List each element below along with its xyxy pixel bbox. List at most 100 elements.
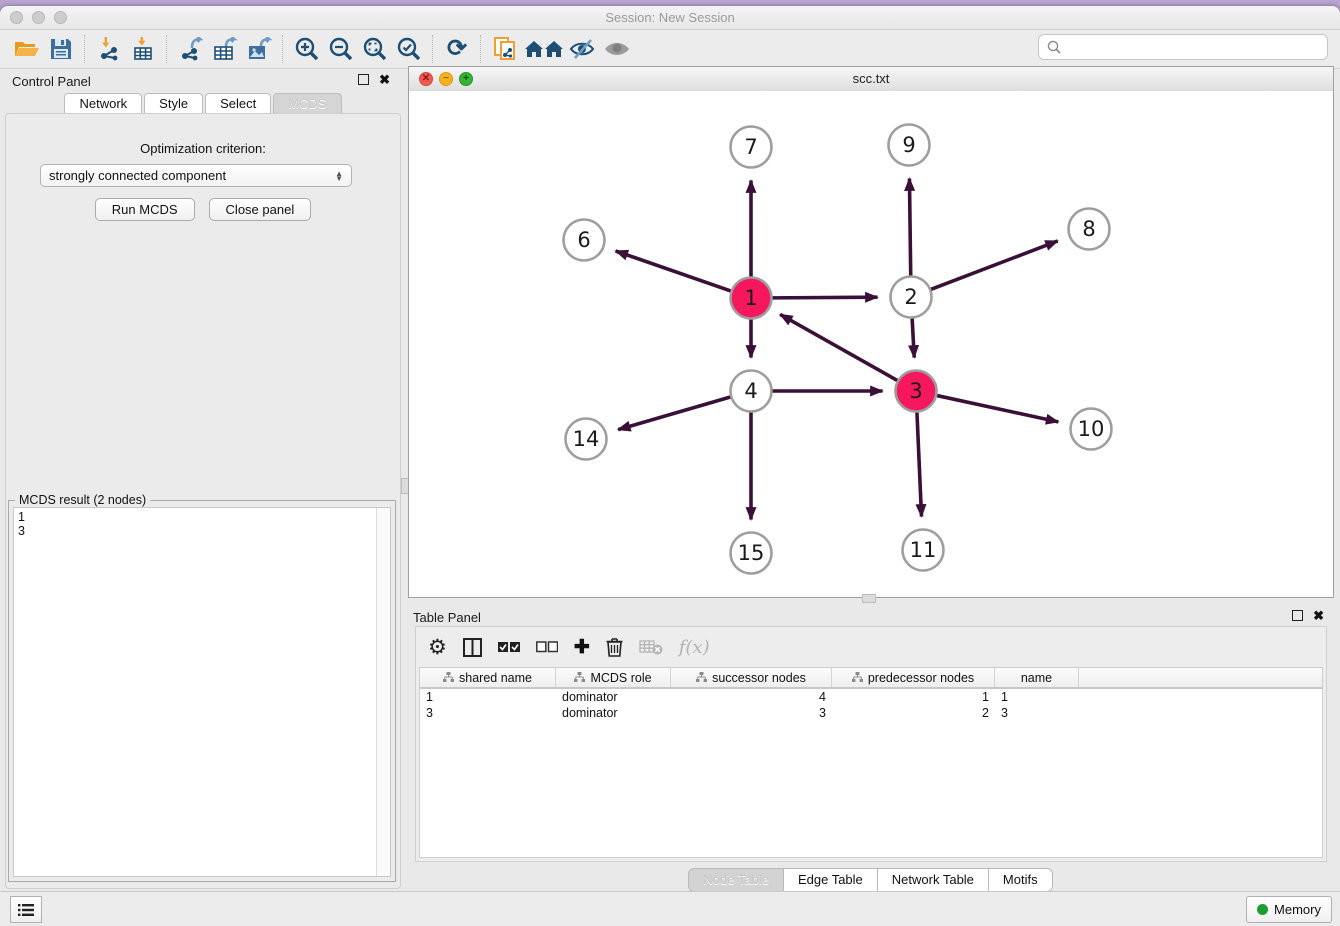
table-cell-predecessor-nodes[interactable]: 2 [832, 706, 995, 720]
show-all-button[interactable] [600, 33, 634, 65]
open-file-button[interactable] [10, 33, 44, 65]
table-cell-MCDS-role[interactable]: dominator [556, 706, 671, 720]
apply-function-button[interactable]: f(x) [679, 633, 710, 661]
float-table-panel-icon[interactable] [1292, 610, 1303, 621]
control-panel-title: Control Panel [12, 74, 91, 89]
table-cell-name[interactable]: 3 [995, 706, 1079, 720]
graph-node-label: 1 [744, 286, 757, 310]
deselect-all-button[interactable] [536, 633, 558, 661]
zoom-selected-button[interactable] [392, 33, 426, 65]
table-row[interactable]: 3dominator323 [420, 705, 1322, 721]
table-cell-MCDS-role[interactable]: dominator [556, 690, 671, 704]
network-canvas[interactable]: 7 9 6 8 1 2 4 3 14 10 15 11 [409, 91, 1333, 597]
column-header-successor-nodes[interactable]: successor nodes [671, 668, 832, 687]
function-icon: f(x) [679, 637, 710, 658]
delete-table-icon [639, 639, 663, 655]
graph-node-label: 10 [1078, 417, 1105, 441]
memory-label: Memory [1274, 902, 1321, 917]
screen: Session: New Session [0, 0, 1340, 926]
graph-node-10[interactable]: 10 [1071, 409, 1112, 450]
run-mcds-button[interactable]: Run MCDS [95, 198, 195, 221]
list-icon [18, 903, 34, 917]
column-header-predecessor-nodes[interactable]: predecessor nodes [832, 668, 995, 687]
table-cell-name[interactable]: 1 [995, 690, 1079, 704]
graph-node-6[interactable]: 6 [564, 220, 605, 261]
tab-network-table[interactable]: Network Table [877, 868, 989, 892]
control-panel-tabs: NetworkStyleSelectMCDS [0, 93, 406, 114]
graph-edge-1-2[interactable] [772, 297, 877, 298]
table-cell-shared-name[interactable]: 1 [420, 690, 556, 704]
memory-button[interactable]: Memory [1246, 896, 1332, 923]
graph-edge-3-1[interactable] [780, 314, 897, 380]
table-cell-successor-nodes[interactable]: 3 [671, 706, 832, 720]
column-header-name[interactable]: name [995, 668, 1079, 687]
show-eye-icon [603, 39, 631, 59]
graph-node-7[interactable]: 7 [731, 127, 772, 168]
table-cell-shared-name[interactable]: 3 [420, 706, 556, 720]
graph-edge-2-3[interactable] [912, 318, 914, 357]
graph-node-2[interactable]: 2 [891, 277, 932, 318]
dropdown-stepper-icon: ▲▼ [335, 171, 343, 181]
task-history-button[interactable] [10, 896, 42, 923]
import-table-button[interactable] [126, 33, 160, 65]
column-grip-icon [443, 672, 454, 683]
graph-edge-4-14[interactable] [618, 397, 730, 430]
graph-edge-2-9[interactable] [909, 178, 910, 275]
tab-edge-table[interactable]: Edge Table [783, 868, 878, 892]
first-neighbors-button[interactable] [522, 33, 566, 65]
toolbar-separator [480, 35, 482, 63]
result-scrollbar[interactable] [376, 508, 390, 876]
zoom-out-button[interactable] [324, 33, 358, 65]
search-input[interactable] [1067, 39, 1327, 56]
tab-node-table[interactable]: Node Table [688, 868, 784, 892]
columns-button[interactable] [463, 633, 482, 661]
add-row-button[interactable]: ✚ [574, 633, 590, 661]
select-all-button[interactable] [498, 633, 520, 661]
trash-icon [606, 637, 623, 657]
graph-node-11[interactable]: 11 [903, 530, 944, 571]
graph-node-8[interactable]: 8 [1069, 209, 1110, 250]
table-row[interactable]: 1dominator411 [420, 689, 1322, 705]
table-cell-predecessor-nodes[interactable]: 1 [832, 690, 995, 704]
float-panel-icon[interactable] [358, 74, 369, 85]
column-header-MCDS-role[interactable]: MCDS role [556, 668, 671, 687]
graph-node-label: 9 [902, 133, 915, 157]
refresh-button[interactable]: ⟳ [440, 33, 474, 65]
column-header-shared-name[interactable]: shared name [420, 668, 556, 687]
gear-button[interactable]: ⚙ [428, 633, 447, 661]
tab-network[interactable]: Network [64, 93, 142, 114]
tab-style[interactable]: Style [144, 93, 203, 114]
export-image-button[interactable] [242, 33, 276, 65]
graph-node-1[interactable]: 1 [731, 278, 772, 319]
table-cell-successor-nodes[interactable]: 4 [671, 690, 832, 704]
hide-selected-button[interactable] [566, 33, 600, 65]
criterion-dropdown[interactable]: strongly connected component ▲▼ [40, 164, 352, 187]
close-table-panel-icon[interactable]: ✖ [1313, 609, 1324, 622]
graph-edge-2-8[interactable] [931, 241, 1058, 289]
export-table-button[interactable] [208, 33, 242, 65]
close-panel-icon[interactable]: ✖ [379, 73, 390, 86]
zoom-fit-button[interactable] [358, 33, 392, 65]
graph-edge-1-6[interactable] [616, 251, 731, 291]
graph-node-4[interactable]: 4 [731, 371, 772, 412]
graph-edge-3-10[interactable] [937, 396, 1058, 422]
tab-motifs[interactable]: Motifs [988, 868, 1053, 892]
tab-select[interactable]: Select [205, 93, 271, 114]
save-session-button[interactable] [44, 33, 78, 65]
graph-node-15[interactable]: 15 [731, 533, 772, 574]
network-from-selection-button[interactable] [488, 33, 522, 65]
search-box[interactable] [1038, 34, 1328, 60]
graph-node-9[interactable]: 9 [889, 125, 930, 166]
delete-table-button[interactable] [639, 633, 663, 661]
export-network-button[interactable] [174, 33, 208, 65]
tab-mcds[interactable]: MCDS [273, 93, 341, 114]
import-network-button[interactable] [92, 33, 126, 65]
delete-rows-button[interactable] [606, 633, 623, 661]
graph-edge-3-11[interactable] [917, 412, 922, 516]
close-panel-button[interactable]: Close panel [209, 198, 312, 221]
zoom-in-button[interactable] [290, 33, 324, 65]
graph-node-14[interactable]: 14 [566, 419, 607, 460]
mcds-result-textarea[interactable]: 13 [13, 507, 391, 877]
zoom-in-icon [295, 37, 319, 61]
graph-node-3[interactable]: 3 [896, 371, 937, 412]
